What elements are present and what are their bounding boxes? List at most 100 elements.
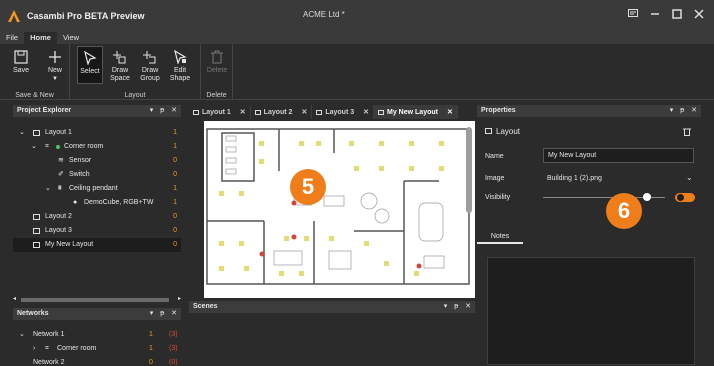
visibility-slider-thumb[interactable] <box>642 193 651 201</box>
tab-layout-3[interactable]: Layout 3 ✕ <box>312 105 375 119</box>
floor-plan-canvas[interactable]: 5 <box>204 121 475 298</box>
group-icon: ⩩ <box>58 185 62 192</box>
chevron-right-icon[interactable]: › <box>33 342 35 356</box>
tree-item-democube[interactable]: ● DemoCube, RGB+TW 1 <box>13 196 181 210</box>
tab-view[interactable]: View <box>57 32 85 44</box>
properties-heading-label: Layout <box>496 127 521 136</box>
visibility-toggle[interactable] <box>675 193 695 202</box>
tab-my-new-layout[interactable]: My New Layout ✕ <box>374 105 458 119</box>
visibility-label: Visibility <box>485 194 511 201</box>
network-item-network-1[interactable]: ⌄ Network 1 1 (3) <box>13 328 181 342</box>
scroll-left-icon[interactable]: ◂ <box>13 295 16 302</box>
tree-item-switch[interactable]: ✐ Switch 0 <box>13 168 181 182</box>
tree-item-label: Sensor <box>69 157 92 164</box>
tree-item-count: 1 <box>173 129 177 136</box>
chevron-down-icon[interactable]: ⌄ <box>686 173 693 182</box>
close-tab-icon[interactable]: ✕ <box>240 108 246 116</box>
tree-item-ceiling-pendant[interactable]: ⌄ ⩩ Ceiling pendant 1 <box>13 182 181 196</box>
room-icon: ⌗ <box>45 143 49 150</box>
canvas-scrollbar[interactable] <box>466 127 472 213</box>
notes-textarea[interactable] <box>487 257 695 365</box>
minimize-icon[interactable] <box>650 9 660 19</box>
tree-item-label: Layout 2 <box>45 213 72 220</box>
tree-item-layout-2[interactable]: Layout 2 0 <box>13 210 181 224</box>
chevron-down-icon[interactable]: ⌄ <box>19 126 25 140</box>
draw-space-button[interactable]: Draw Space <box>107 46 133 83</box>
tree-item-my-new-layout[interactable]: My New Layout 0 <box>13 238 181 252</box>
ribbon-group-layout: Select Draw Space Draw Group Edit Shape … <box>70 44 201 100</box>
delete-button[interactable]: Delete <box>204 46 230 75</box>
image-select[interactable]: Building 1 (2).png <box>547 175 602 182</box>
tree-item-layout-1[interactable]: ⌄ Layout 1 1 <box>13 126 181 140</box>
maximize-icon[interactable] <box>672 9 682 19</box>
edit-shape-button[interactable]: Edit Shape <box>167 46 193 83</box>
project-explorer-title: Project Explorer <box>17 107 72 114</box>
chevron-down-icon[interactable]: ⌄ <box>45 182 51 196</box>
panel-menu-icon[interactable]: ▾ <box>150 105 154 117</box>
pin-icon[interactable]: ᵽ <box>160 105 164 117</box>
tree-item-count: 1 <box>173 199 177 206</box>
step-callout-6: 6 <box>606 193 642 229</box>
tree-item-label: Ceiling pendant <box>69 185 118 192</box>
new-button[interactable]: New ▼ <box>42 46 68 83</box>
tree-item-label: Corner room <box>64 143 104 150</box>
trash-icon[interactable] <box>683 127 691 136</box>
close-panel-icon[interactable]: ✕ <box>171 308 177 320</box>
panel-menu-icon[interactable]: ▾ <box>670 105 674 117</box>
tab-notes[interactable]: Notes <box>477 230 523 244</box>
step-callout-5: 5 <box>290 169 326 205</box>
tab-layout-2[interactable]: Layout 2 ✕ <box>251 105 313 119</box>
visibility-slider[interactable] <box>543 193 665 201</box>
networks-title: Networks <box>17 310 49 317</box>
close-tab-icon[interactable]: ✕ <box>447 108 453 116</box>
tab-home[interactable]: Home <box>24 32 57 44</box>
save-button[interactable]: Save <box>8 46 34 75</box>
feedback-icon[interactable] <box>628 9 638 19</box>
doc-tab-label: My New Layout <box>387 108 438 116</box>
pin-icon[interactable]: ᵽ <box>680 105 684 117</box>
chevron-down-icon: ▼ <box>52 76 58 82</box>
chevron-down-icon[interactable]: ⌄ <box>19 328 25 342</box>
tab-layout-1[interactable]: Layout 1 ✕ <box>189 105 251 119</box>
layout-icon <box>378 109 385 115</box>
network-count: 0 <box>149 359 153 366</box>
panel-menu-icon[interactable]: ▾ <box>444 301 448 313</box>
save-icon <box>14 50 28 64</box>
doc-tab-label: Layout 1 <box>202 108 231 116</box>
close-tab-icon[interactable]: ✕ <box>363 108 369 116</box>
close-panel-icon[interactable]: ✕ <box>171 105 177 117</box>
tree-item-layout-3[interactable]: Layout 3 0 <box>13 224 181 238</box>
pin-icon[interactable]: ᵽ <box>454 301 458 313</box>
project-explorer-header: Project Explorer ▾ ᵽ ✕ <box>13 105 181 117</box>
close-panel-icon[interactable]: ✕ <box>691 105 697 117</box>
casambi-logo-icon <box>8 10 20 22</box>
project-explorer-scrollbar[interactable]: ◂ ▸ <box>13 296 181 304</box>
network-item-corner-room[interactable]: › ⌗ Corner room 1 (3) <box>13 342 181 356</box>
project-explorer-tree: ⌄ Layout 1 1 ⌄ ⌗ Corner room 1 ≋ Sensor … <box>13 118 181 300</box>
tree-item-corner-room[interactable]: ⌄ ⌗ Corner room 1 <box>13 140 181 154</box>
doc-tab-label: Layout 2 <box>263 108 293 116</box>
group-label-layout: Layout <box>124 92 146 99</box>
name-field[interactable]: My New Layout <box>543 148 694 163</box>
close-tab-icon[interactable]: ✕ <box>301 108 307 116</box>
networks-tree: ⌄ Network 1 1 (3) › ⌗ Corner room 1 (3) … <box>13 320 181 366</box>
network-count: 1 <box>149 331 153 338</box>
tree-item-sensor[interactable]: ≋ Sensor 0 <box>13 154 181 168</box>
close-window-icon[interactable] <box>694 9 704 19</box>
tree-item-count: 0 <box>173 171 177 178</box>
name-label: Name <box>485 153 504 160</box>
layout-icon <box>33 242 40 248</box>
scroll-right-icon[interactable]: ▸ <box>178 295 181 302</box>
panel-menu-icon[interactable]: ▾ <box>150 308 154 320</box>
chevron-down-icon[interactable]: ⌄ <box>31 140 37 154</box>
select-label: Select <box>80 68 100 75</box>
network-item-network-2[interactable]: Network 2 0 (0) <box>13 356 181 366</box>
draw-group-button[interactable]: Draw Group <box>137 46 163 83</box>
select-button[interactable]: Select <box>77 46 103 84</box>
tab-file[interactable]: File <box>0 32 24 44</box>
close-panel-icon[interactable]: ✕ <box>465 301 471 313</box>
network-label: Corner room <box>57 345 97 352</box>
edit-shape-icon <box>174 50 187 64</box>
pin-icon[interactable]: ᵽ <box>160 308 164 320</box>
scrollbar-thumb[interactable] <box>21 298 169 302</box>
